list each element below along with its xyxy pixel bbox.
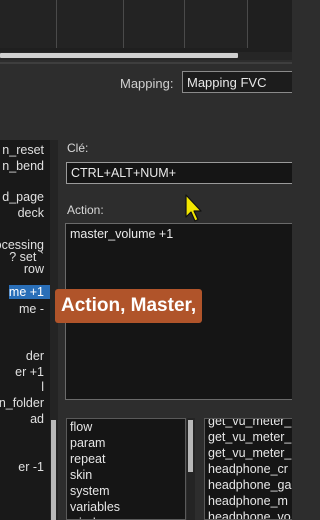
list-item[interactable]: headphone_cr <box>205 461 292 477</box>
list-item[interactable]: er +1 <box>15 365 44 379</box>
mapping-select[interactable]: Mapping FVC <box>182 71 292 93</box>
horizontal-scrollbar-thumb[interactable] <box>0 53 238 58</box>
list-item[interactable]: er -1 <box>18 460 44 474</box>
list-item[interactable]: repeat <box>67 451 185 467</box>
list-item[interactable]: get_vu_meter_ <box>205 419 292 429</box>
list-item[interactable]: system <box>67 483 185 499</box>
list-item[interactable]: der <box>26 349 44 363</box>
list-item[interactable]: deck <box>18 206 44 220</box>
key-label: Clé: <box>67 141 89 155</box>
list-item[interactable]: l <box>41 380 44 394</box>
action-label: Action: <box>67 203 104 217</box>
list-item[interactable]: headphone_ga <box>205 477 292 493</box>
list-item[interactable]: variables <box>67 499 185 515</box>
top-panel-cell <box>0 0 57 48</box>
list-item[interactable]: d_page <box>2 190 44 204</box>
list-item-selected[interactable]: me +1 <box>8 285 50 299</box>
video-caption: Action, Master, <box>55 289 203 323</box>
vertical-scrollbar-thumb[interactable] <box>188 420 193 472</box>
vertical-scrollbar-thumb[interactable] <box>51 420 56 520</box>
list-item[interactable]: window <box>67 515 185 519</box>
list-item[interactable]: n_bend <box>2 159 44 173</box>
list-item[interactable]: me - <box>19 302 44 316</box>
list-item[interactable]: skin <box>67 467 185 483</box>
key-field[interactable]: CTRL+ALT+NUM+ <box>66 162 292 184</box>
mapping-label: Mapping: <box>120 76 174 91</box>
mouse-cursor-icon <box>185 194 202 222</box>
list-item[interactable]: row <box>24 262 44 276</box>
list-item[interactable]: ad <box>30 412 44 426</box>
list-item[interactable]: get_vu_meter_ <box>205 445 292 461</box>
list-item[interactable]: n_folder <box>0 396 44 410</box>
category-list[interactable]: flow param repeat skin system variables … <box>66 418 186 520</box>
top-panel-cell <box>57 0 124 48</box>
divider <box>0 62 292 64</box>
list-item[interactable]: param <box>67 435 185 451</box>
list-item[interactable]: flow <box>67 419 185 435</box>
top-panel-cell <box>185 0 248 48</box>
list-item[interactable]: headphone_vo <box>205 509 292 519</box>
list-item[interactable]: get_vu_meter_ <box>205 429 292 445</box>
top-panel-cell <box>124 0 185 48</box>
list-item[interactable]: n_reset <box>2 143 44 157</box>
command-list[interactable]: n_reset n_bend d_page deck ocessing ? se… <box>0 140 51 520</box>
list-item[interactable]: headphone_m <box>205 493 292 509</box>
function-list[interactable]: get_vu_meter_ get_vu_meter_ get_vu_meter… <box>204 418 292 520</box>
